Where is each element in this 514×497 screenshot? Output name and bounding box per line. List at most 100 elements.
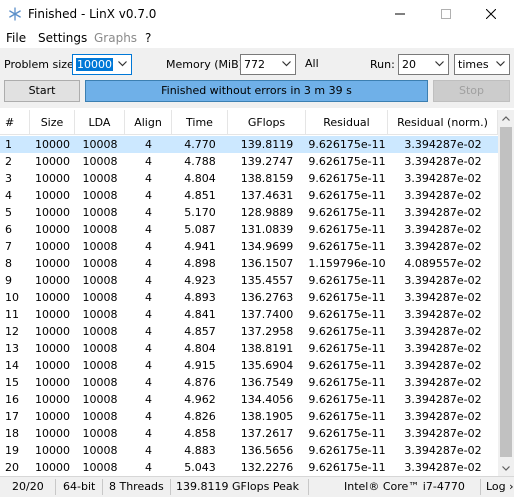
log-button[interactable]: Log › bbox=[486, 480, 514, 493]
cell-num: 12 bbox=[5, 325, 19, 338]
column-header-lda[interactable]: LDA bbox=[75, 110, 125, 135]
cell-size: 10000 bbox=[35, 325, 70, 338]
run-count-combo[interactable]: 20 bbox=[398, 54, 449, 75]
column-header-num[interactable]: # bbox=[0, 110, 30, 135]
vertical-scrollbar[interactable] bbox=[498, 110, 514, 476]
cell-lda: 10008 bbox=[82, 461, 118, 474]
status-divider bbox=[308, 479, 309, 495]
table-row[interactable]: 4 10000 10008 4 4.851 137.4631 9.626175e-11 3.3… bbox=[0, 187, 498, 204]
cell-gflops: 132.2276 bbox=[240, 461, 294, 474]
cell-lda: 10008 bbox=[82, 223, 118, 236]
table-row[interactable]: 9 10000 10008 4 4.923 135.4557 9.626175e-11 3.3… bbox=[0, 272, 498, 289]
table-row[interactable]: 20 10000 10008 4 5.043 132.2276 9.626175e-11 3.… bbox=[0, 459, 498, 476]
cell-residual-norm: 3.394287e-02 bbox=[404, 359, 482, 372]
cell-time: 4.858 bbox=[184, 427, 216, 440]
cell-residual: 9.626175e-11 bbox=[308, 172, 386, 185]
column-header-residual-norm[interactable]: Residual (norm.) bbox=[388, 110, 498, 135]
table-row[interactable]: 7 10000 10008 4 4.941 134.9699 9.626175e-11 3.3… bbox=[0, 238, 498, 255]
scroll-down-button[interactable] bbox=[498, 460, 514, 476]
column-header-align[interactable]: Align bbox=[125, 110, 172, 135]
cell-residual: 9.626175e-11 bbox=[308, 291, 386, 304]
table-row[interactable]: 10 10000 10008 4 4.893 136.2763 9.626175e-11 3.… bbox=[0, 289, 498, 306]
results-table: # Size LDA Align Time GFlops Residual Residual … bbox=[0, 110, 514, 476]
cell-residual-norm: 3.394287e-02 bbox=[404, 427, 482, 440]
stop-button[interactable]: Stop bbox=[433, 80, 510, 102]
cell-residual: 9.626175e-11 bbox=[308, 138, 386, 151]
menu-file[interactable]: File bbox=[6, 31, 26, 45]
all-label[interactable]: All bbox=[305, 57, 319, 70]
linx-snowflake-icon bbox=[9, 7, 21, 21]
cell-residual-norm: 3.394287e-02 bbox=[404, 138, 482, 151]
table-row[interactable]: 5 10000 10008 4 5.170 128.9889 9.626175e-11 3.3… bbox=[0, 204, 498, 221]
column-header-time[interactable]: Time bbox=[172, 110, 228, 135]
column-header-residual[interactable]: Residual bbox=[306, 110, 388, 135]
cell-residual: 9.626175e-11 bbox=[308, 376, 386, 389]
cell-num: 16 bbox=[5, 393, 19, 406]
cell-residual: 9.626175e-11 bbox=[308, 410, 386, 423]
table-row[interactable]: 13 10000 10008 4 4.804 138.8191 9.626175e-11 3.… bbox=[0, 340, 498, 357]
table-row[interactable]: 12 10000 10008 4 4.857 137.2958 9.626175e-11 3.… bbox=[0, 323, 498, 340]
table-row[interactable]: 16 10000 10008 4 4.962 134.4056 9.626175e-11 3.… bbox=[0, 391, 498, 408]
table-row[interactable]: 11 10000 10008 4 4.841 137.7400 9.626175e-11 3.… bbox=[0, 306, 498, 323]
cell-size: 10000 bbox=[35, 274, 70, 287]
cell-residual-norm: 3.394287e-02 bbox=[404, 410, 482, 423]
menu-graphs[interactable]: Graphs bbox=[94, 31, 137, 45]
cell-num: 9 bbox=[5, 274, 12, 287]
table-row[interactable]: 14 10000 10008 4 4.915 135.6904 9.626175e-11 3.… bbox=[0, 357, 498, 374]
table-row[interactable]: 2 10000 10008 4 4.788 139.2747 9.626175e-11 3.3… bbox=[0, 153, 498, 170]
start-button[interactable]: Start bbox=[4, 80, 80, 102]
scroll-up-button[interactable] bbox=[498, 110, 514, 126]
cell-residual-norm: 3.394287e-02 bbox=[404, 189, 482, 202]
cell-time: 4.898 bbox=[184, 257, 216, 270]
column-header-size[interactable]: Size bbox=[30, 110, 75, 135]
maximize-button[interactable] bbox=[423, 0, 469, 28]
cell-size: 10000 bbox=[35, 410, 70, 423]
cell-align: 4 bbox=[145, 325, 152, 338]
cell-residual-norm: 3.394287e-02 bbox=[404, 240, 482, 253]
table-row[interactable]: 19 10000 10008 4 4.883 136.5656 9.626175e-11 3.… bbox=[0, 442, 498, 459]
cell-size: 10000 bbox=[35, 461, 70, 474]
run-unit-combo[interactable]: times bbox=[454, 54, 510, 75]
table-row[interactable]: 1 10000 10008 4 4.770 139.8119 9.626175e-11 3.3… bbox=[0, 136, 498, 153]
cell-residual-norm: 3.394287e-02 bbox=[404, 461, 482, 474]
problem-size-combo[interactable]: 10000 bbox=[72, 54, 132, 75]
cell-num: 3 bbox=[5, 172, 12, 185]
progress-text: Finished without errors in 3 m 39 s bbox=[161, 84, 352, 97]
cell-gflops: 136.7549 bbox=[240, 376, 294, 389]
minimize-button[interactable] bbox=[377, 0, 423, 28]
table-row[interactable]: 6 10000 10008 4 5.087 131.0839 9.626175e-11 3.3… bbox=[0, 221, 498, 238]
cell-residual: 9.626175e-11 bbox=[308, 461, 386, 474]
table-row[interactable]: 17 10000 10008 4 4.826 138.1905 9.626175e-11 3.… bbox=[0, 408, 498, 425]
menu-settings[interactable]: Settings bbox=[38, 31, 87, 45]
cell-residual-norm: 3.394287e-02 bbox=[404, 325, 482, 338]
table-row[interactable]: 3 10000 10008 4 4.804 138.8159 9.626175e-11 3.3… bbox=[0, 170, 498, 187]
menu-help[interactable]: ? bbox=[145, 31, 151, 45]
cell-gflops: 134.9699 bbox=[240, 240, 294, 253]
table-row[interactable]: 8 10000 10008 4 4.898 136.1507 1.159796e-10 4.0… bbox=[0, 255, 498, 272]
status-arch: 64-bit bbox=[63, 480, 96, 493]
memory-combo[interactable]: 772 bbox=[240, 54, 296, 75]
cell-num: 7 bbox=[5, 240, 12, 253]
cell-gflops: 138.8191 bbox=[240, 342, 294, 355]
scroll-thumb[interactable] bbox=[500, 127, 512, 457]
cell-size: 10000 bbox=[35, 240, 70, 253]
cell-align: 4 bbox=[145, 427, 152, 440]
close-button[interactable] bbox=[468, 0, 514, 28]
cell-time: 4.770 bbox=[184, 138, 216, 151]
cell-size: 10000 bbox=[35, 393, 70, 406]
table-row[interactable]: 15 10000 10008 4 4.876 136.7549 9.626175e-11 3.… bbox=[0, 374, 498, 391]
cell-residual: 1.159796e-10 bbox=[308, 257, 386, 270]
title-bar[interactable]: Finished - LinX v0.7.0 bbox=[0, 0, 514, 28]
cell-residual: 9.626175e-11 bbox=[308, 189, 386, 202]
cell-gflops: 139.2747 bbox=[240, 155, 294, 168]
table-row[interactable]: 18 10000 10008 4 4.858 137.2617 9.626175e-11 3.… bbox=[0, 425, 498, 442]
cell-gflops: 137.7400 bbox=[240, 308, 294, 321]
cell-residual: 9.626175e-11 bbox=[308, 223, 386, 236]
cell-align: 4 bbox=[145, 461, 152, 474]
cell-align: 4 bbox=[145, 240, 152, 253]
chevron-down-icon bbox=[496, 61, 505, 67]
cell-num: 2 bbox=[5, 155, 12, 168]
cell-residual: 9.626175e-11 bbox=[308, 206, 386, 219]
cell-gflops: 128.9889 bbox=[240, 206, 294, 219]
column-header-gflops[interactable]: GFlops bbox=[228, 110, 306, 135]
